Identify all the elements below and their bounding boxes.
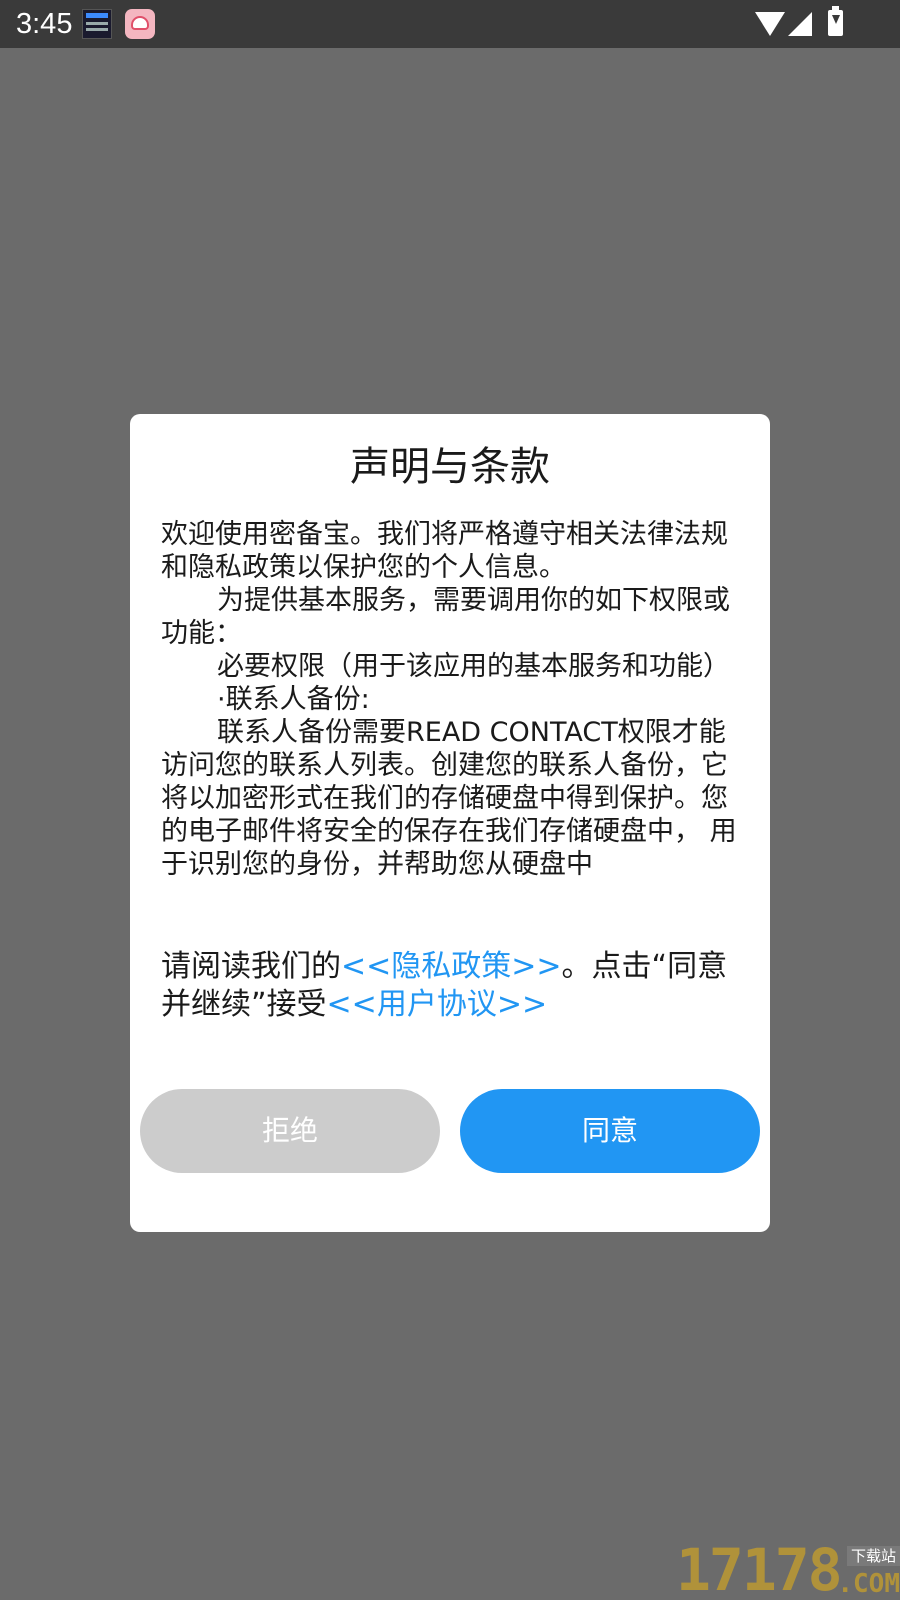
signal-icon xyxy=(788,12,812,36)
permission-intro-paragraph: 为提供基本服务，需要调用你的如下权限或功能： xyxy=(161,585,730,649)
calendar-notification-icon xyxy=(82,9,112,39)
status-time: 3:45 xyxy=(16,8,73,40)
contact-backup-paragraph: 联系人备份需要READ CONTACT权限才能访问您的联系人列表。创建您的联系人… xyxy=(161,717,737,880)
watermark-number: 17178 xyxy=(676,1536,843,1600)
contact-backup-heading: ·联系人备份: xyxy=(217,684,370,715)
status-bar: 3:45 xyxy=(0,0,900,48)
dialog-body[interactable]: 欢迎使用密备宝。我们将严格遵守相关法律法规和隐私政策以保护您的个人信息。 为提供… xyxy=(161,518,741,881)
notice-prefix: 请阅读我们的 xyxy=(161,949,341,984)
privacy-policy-link[interactable]: <<隐私政策>> xyxy=(341,949,562,984)
user-agreement-link[interactable]: <<用户协议>> xyxy=(327,987,548,1022)
watermark-suffix: .COM xyxy=(837,1569,900,1599)
wifi-icon xyxy=(755,12,785,36)
dialog-title: 声明与条款 xyxy=(350,444,550,490)
intro-paragraph: 欢迎使用密备宝。我们将严格遵守相关法律法规和隐私政策以保护您的个人信息。 xyxy=(161,519,728,583)
app-notification-icon xyxy=(125,9,155,39)
watermark-tag: 下载站 xyxy=(846,1546,900,1566)
site-watermark: 17178 下载站 .COM xyxy=(676,1540,900,1600)
agreement-notice: 请阅读我们的<<隐私政策>>。点击“同意并继续”接受<<用户协议>> xyxy=(161,948,741,1024)
agree-button[interactable]: 同意 xyxy=(460,1089,760,1173)
battery-charging-icon xyxy=(828,6,843,36)
required-permission-paragraph: 必要权限（用于该应用的基本服务和功能） xyxy=(217,651,730,682)
terms-dialog: 声明与条款 欢迎使用密备宝。我们将严格遵守相关法律法规和隐私政策以保护您的个人信… xyxy=(130,414,770,1232)
reject-button[interactable]: 拒绝 xyxy=(140,1089,440,1173)
